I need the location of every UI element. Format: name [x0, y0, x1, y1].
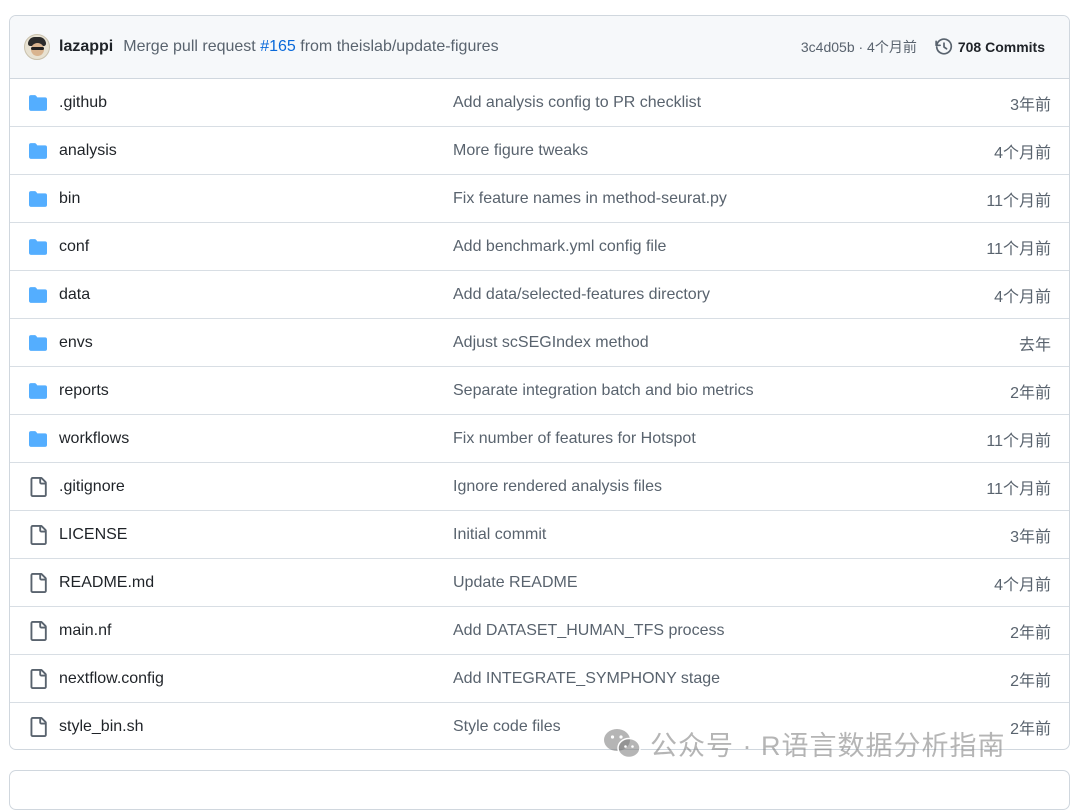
commit-time: 11个月前 [986, 432, 1051, 450]
latest-commit-bar: lazappi Merge pull request #165 from the… [10, 16, 1069, 79]
file-name-link[interactable]: LICENSE [59, 526, 453, 544]
commit-message-link[interactable]: Separate integration batch and bio metri… [453, 382, 929, 400]
file-row[interactable]: data Add data/selected-features directory… [10, 270, 1069, 318]
commit-message-link[interactable]: Add data/selected-features directory [453, 286, 929, 304]
folder-icon [10, 190, 59, 208]
file-row[interactable]: nextflow.config Add INTEGRATE_SYMPHONY st… [10, 654, 1069, 702]
pull-request-link[interactable]: #165 [260, 38, 296, 55]
file-row[interactable]: LICENSE Initial commit 3年前 [10, 510, 1069, 558]
file-row[interactable]: .github Add analysis config to PR checkli… [10, 79, 1069, 126]
commit-time: 3年前 [1010, 528, 1051, 546]
file-row[interactable]: reports Separate integration batch and bi… [10, 366, 1069, 414]
watermark-text: 公众号 · R语言数据分析指南 [650, 731, 1006, 761]
file-row[interactable]: main.nf Add DATASET_HUMAN_TFS process 2年前 [10, 606, 1069, 654]
file-name-link[interactable]: reports [59, 382, 453, 400]
commit-message-link[interactable]: Add analysis config to PR checklist [453, 94, 929, 112]
file-name-link[interactable]: data [59, 286, 453, 304]
commit-message-link[interactable]: Add DATASET_HUMAN_TFS process [453, 622, 929, 640]
file-icon [10, 572, 59, 593]
commit-time: 2年前 [1010, 672, 1051, 690]
file-name-link[interactable]: envs [59, 334, 453, 352]
commit-message-link[interactable]: Ignore rendered analysis files [453, 478, 929, 496]
file-icon [10, 668, 59, 689]
file-name-link[interactable]: .github [59, 94, 453, 112]
commit-time: 4个月前 [994, 576, 1051, 594]
file-row[interactable]: conf Add benchmark.yml config file 11个月前 [10, 222, 1069, 270]
file-browser: lazappi Merge pull request #165 from the… [9, 15, 1070, 750]
file-icon [10, 476, 59, 497]
file-row[interactable]: analysis More figure tweaks 4个月前 [10, 126, 1069, 174]
file-row[interactable]: .gitignore Ignore rendered analysis files… [10, 462, 1069, 510]
file-icon [10, 620, 59, 641]
avatar[interactable] [24, 34, 50, 60]
commits-count-label: 708 Commits [957, 39, 1045, 55]
commit-time: 3年前 [1010, 96, 1051, 114]
commit-message-link[interactable]: Fix feature names in method-seurat.py [453, 190, 929, 208]
file-name-link[interactable]: nextflow.config [59, 670, 453, 688]
file-row[interactable]: README.md Update README 4个月前 [10, 558, 1069, 606]
history-icon [935, 38, 952, 55]
file-row[interactable]: bin Fix feature names in method-seurat.py… [10, 174, 1069, 222]
commits-history-button[interactable]: 708 Commits [935, 38, 1045, 56]
commit-time: 4个月前 [994, 288, 1051, 306]
file-list: .github Add analysis config to PR checkli… [10, 79, 1069, 749]
folder-icon [10, 286, 59, 304]
commit-message-prefix: Merge pull request [123, 38, 261, 55]
file-icon [10, 524, 59, 545]
file-name-link[interactable]: workflows [59, 430, 453, 448]
watermark: 公众号 · R语言数据分析指南 [602, 724, 1006, 763]
file-name-link[interactable]: analysis [59, 142, 453, 160]
file-row[interactable]: envs Adjust scSEGIndex method 去年 [10, 318, 1069, 366]
folder-icon [10, 430, 59, 448]
file-name-link[interactable]: bin [59, 190, 453, 208]
commit-message-link[interactable]: Fix number of features for Hotspot [453, 430, 929, 448]
commit-message-link[interactable]: Initial commit [453, 526, 929, 544]
commit-time: 11个月前 [986, 192, 1051, 210]
folder-icon [10, 142, 59, 160]
readme-box [9, 770, 1070, 810]
commit-time: 11个月前 [986, 480, 1051, 498]
commit-sha-time[interactable]: 3c4d05b · 4个月前 [801, 37, 917, 57]
commit-message-suffix: from theislab/update-figures [295, 38, 499, 55]
file-name-link[interactable]: conf [59, 238, 453, 256]
commit-time: 11个月前 [986, 240, 1051, 258]
folder-icon [10, 382, 59, 400]
folder-icon [10, 238, 59, 256]
file-name-link[interactable]: main.nf [59, 622, 453, 640]
commit-message-link[interactable]: Add INTEGRATE_SYMPHONY stage [453, 670, 929, 688]
folder-icon [10, 94, 59, 112]
folder-icon [10, 334, 59, 352]
file-row[interactable]: workflows Fix number of features for Hots… [10, 414, 1069, 462]
file-name-link[interactable]: .gitignore [59, 478, 453, 496]
commit-message-link[interactable]: Add benchmark.yml config file [453, 238, 929, 256]
commit-time: 4个月前 [994, 144, 1051, 162]
commit-time: 2年前 [1010, 384, 1051, 402]
file-name-link[interactable]: style_bin.sh [59, 718, 453, 736]
wechat-icon [604, 728, 641, 758]
file-icon [10, 716, 59, 737]
commit-message-link[interactable]: Update README [453, 574, 929, 592]
commit-message-link[interactable]: Adjust scSEGIndex method [453, 334, 929, 352]
commit-message-link[interactable]: More figure tweaks [453, 142, 929, 160]
commit-message[interactable]: Merge pull request #165 from theislab/up… [123, 38, 498, 56]
commit-time: 去年 [1018, 336, 1051, 354]
file-name-link[interactable]: README.md [59, 574, 453, 592]
commit-author-link[interactable]: lazappi [59, 38, 113, 56]
commit-time: 2年前 [1010, 624, 1051, 642]
